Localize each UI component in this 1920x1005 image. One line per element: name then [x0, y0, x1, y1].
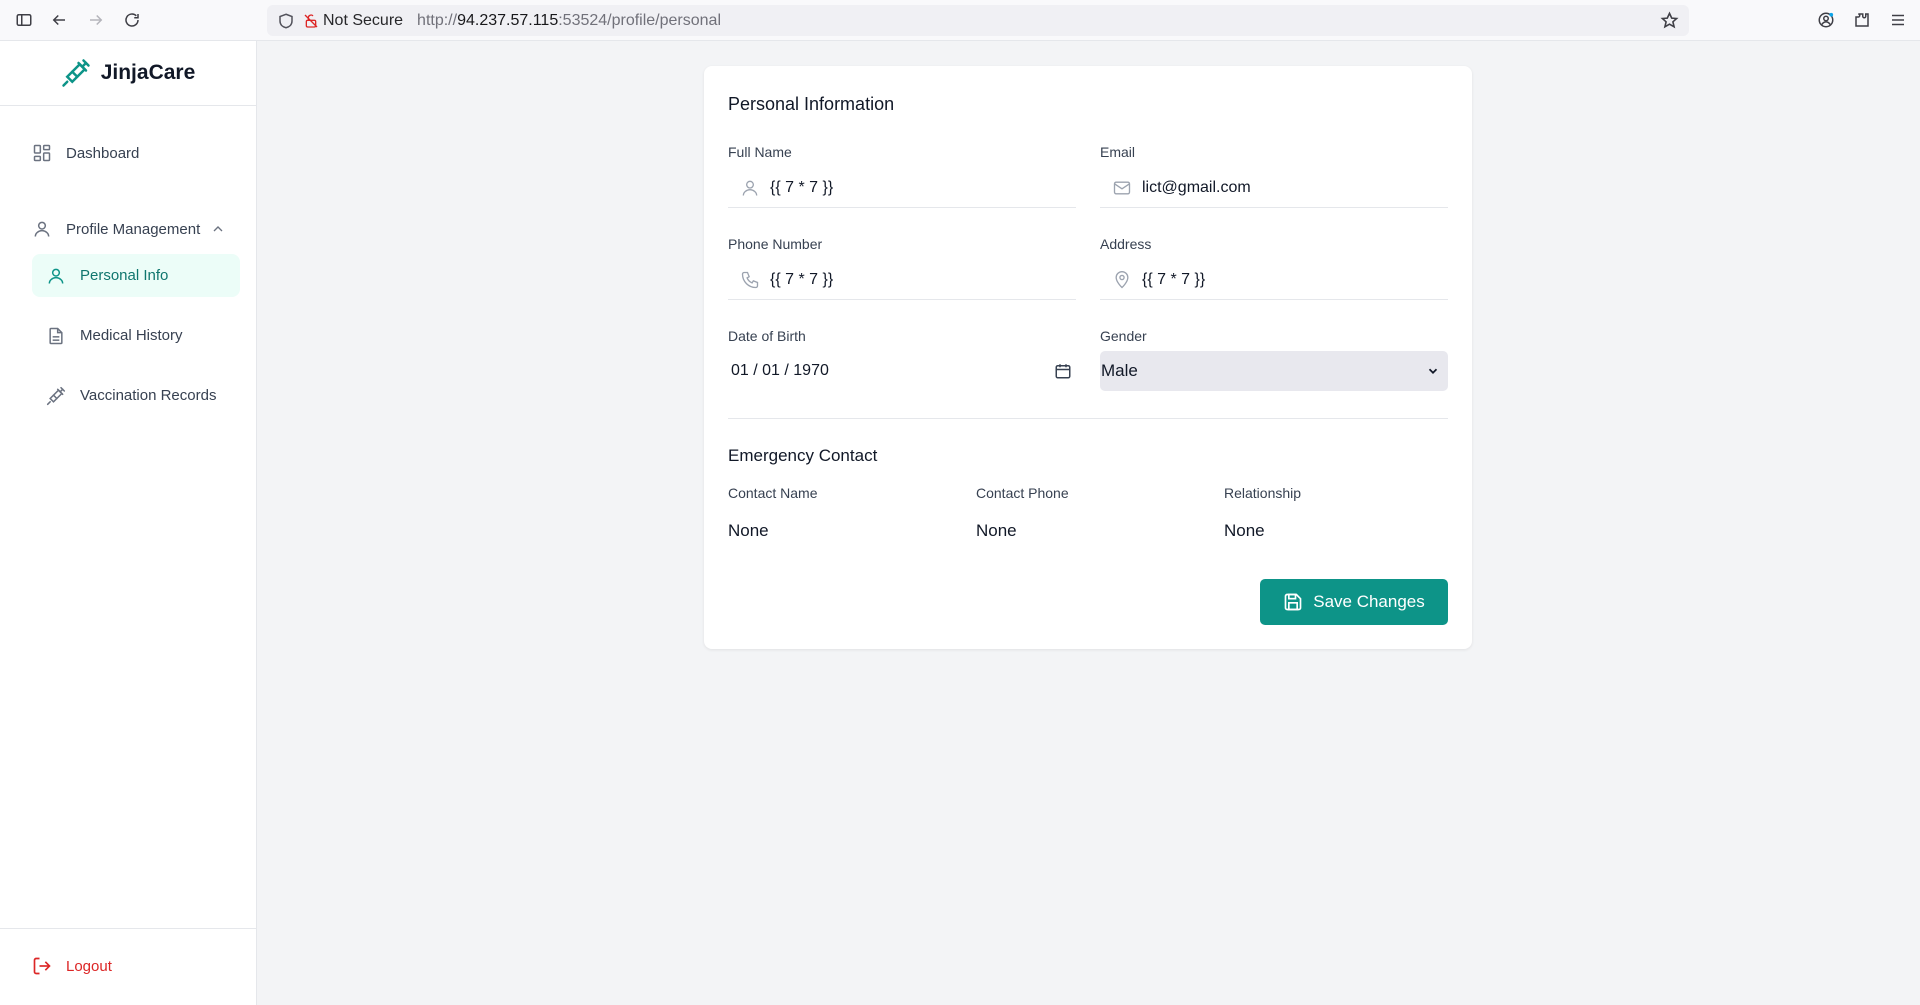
menu-icon[interactable]	[1884, 6, 1912, 34]
logout-button[interactable]: Logout	[32, 956, 112, 976]
address-label: Address	[1100, 236, 1152, 252]
phone-value: {{ 7 * 7 }}	[770, 270, 834, 288]
full-name-field[interactable]: {{ 7 * 7 }}	[728, 168, 1076, 208]
sidebar: JinjaCare Dashboard Profile Management P…	[0, 41, 257, 1005]
sidebar-item-label: Profile Management	[66, 220, 201, 238]
user-icon	[742, 180, 758, 196]
sidebar-item-label: Vaccination Records	[80, 387, 217, 404]
section-divider	[728, 418, 1448, 419]
dob-label: Date of Birth	[728, 328, 806, 344]
emergency-contact-title: Emergency Contact	[728, 446, 878, 465]
back-icon[interactable]	[45, 6, 73, 34]
email-field[interactable]: lict@gmail.com	[1100, 168, 1448, 208]
user-icon	[48, 268, 64, 284]
sidebar-item-profile-management[interactable]: Profile Management	[32, 219, 226, 239]
logout-label: Logout	[66, 957, 112, 975]
reload-icon[interactable]	[118, 6, 146, 34]
sidebar-toggle-icon[interactable]	[10, 6, 38, 34]
dob-input[interactable]: 01 / 01 / 1970	[728, 351, 1076, 391]
sidebar-item-medical-history[interactable]: Medical History	[32, 314, 240, 357]
security-indicator[interactable]: Not Secure	[303, 12, 417, 30]
mail-icon	[1113, 181, 1131, 194]
dob-value: 01 / 01 / 1970	[731, 362, 829, 379]
dashboard-grid-icon	[33, 144, 51, 162]
phone-icon	[741, 271, 759, 288]
relationship-value[interactable]: None	[1224, 521, 1265, 541]
personal-info-card: Personal Information Full Name {{ 7 * 7 …	[704, 66, 1472, 649]
address-value: {{ 7 * 7 }}	[1142, 270, 1206, 288]
sidebar-item-label: Personal Info	[80, 267, 169, 284]
url-scheme: http://	[417, 11, 458, 29]
account-icon[interactable]	[1812, 6, 1840, 34]
url-text: http://94.237.57.115:53524/profile/perso…	[417, 12, 721, 30]
logout-icon	[33, 957, 51, 975]
url-path: :53524/profile/personal	[558, 11, 721, 29]
chevron-up-icon	[213, 226, 223, 232]
bookmark-star-icon[interactable]	[1660, 11, 1679, 30]
card-title: Personal Information	[728, 94, 895, 114]
contact-name-value[interactable]: None	[728, 521, 769, 541]
map-pin-icon	[1115, 270, 1129, 288]
gender-select[interactable]: Male	[1100, 351, 1448, 391]
save-changes-button[interactable]: Save Changes	[1260, 579, 1448, 625]
extensions-icon[interactable]	[1848, 6, 1876, 34]
broken-lock-icon	[304, 13, 318, 28]
calendar-icon[interactable]	[1054, 362, 1072, 380]
sidebar-item-dashboard[interactable]: Dashboard	[32, 143, 139, 163]
sidebar-divider	[0, 928, 257, 929]
full-name-value: {{ 7 * 7 }}	[770, 178, 834, 196]
chevron-down-icon	[1428, 368, 1438, 374]
address-bar[interactable]: Not Secure http://94.237.57.115:53524/pr…	[267, 5, 1689, 36]
gender-value: Male	[1101, 361, 1138, 380]
phone-field[interactable]: {{ 7 * 7 }}	[728, 260, 1076, 300]
phone-label: Phone Number	[728, 236, 823, 252]
sidebar-item-personal-info[interactable]: Personal Info	[32, 254, 240, 297]
toolbar-right	[1812, 6, 1912, 34]
contact-name-label: Contact Name	[728, 485, 818, 501]
save-icon	[1284, 593, 1302, 611]
syringe-icon	[46, 386, 66, 405]
sidebar-item-vaccination-records[interactable]: Vaccination Records	[32, 374, 240, 417]
document-icon	[49, 327, 63, 344]
contact-phone-label: Contact Phone	[976, 485, 1069, 501]
full-name-label: Full Name	[728, 144, 792, 160]
url-host: 94.237.57.115	[457, 11, 559, 29]
email-label: Email	[1100, 144, 1136, 160]
forward-icon[interactable]	[82, 6, 110, 34]
syringe-icon	[61, 59, 90, 87]
sidebar-item-label: Medical History	[80, 327, 183, 344]
browser-toolbar: Not Secure http://94.237.57.115:53524/pr…	[0, 0, 1920, 41]
email-value: lict@gmail.com	[1142, 178, 1251, 196]
shield-icon[interactable]	[277, 12, 295, 30]
sidebar-item-label: Dashboard	[66, 144, 140, 162]
brand[interactable]: JinjaCare	[0, 41, 256, 106]
security-label: Not Secure	[323, 11, 404, 29]
save-label: Save Changes	[1313, 592, 1425, 611]
gender-label: Gender	[1100, 328, 1147, 344]
address-field[interactable]: {{ 7 * 7 }}	[1100, 260, 1448, 300]
relationship-label: Relationship	[1224, 485, 1302, 501]
user-icon	[34, 221, 50, 237]
brand-name: JinjaCare	[100, 61, 196, 84]
contact-phone-value[interactable]: None	[976, 521, 1017, 541]
